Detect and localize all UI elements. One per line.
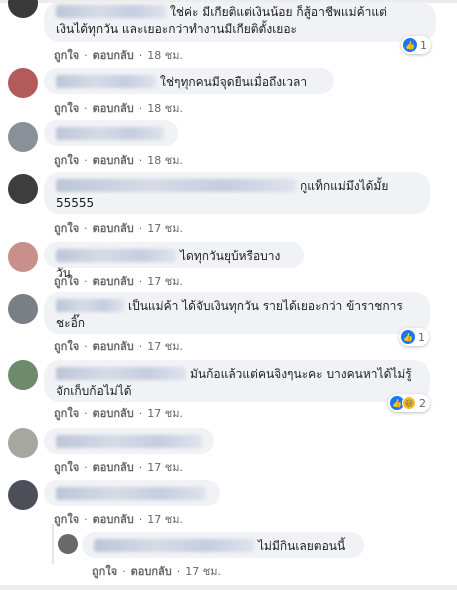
comment-bubble: กูแท็กแม่มึงได้มั้ย 55555: [44, 172, 430, 214]
comment-bubble: [44, 428, 214, 454]
like-button[interactable]: ถูกใจ: [54, 272, 79, 290]
blurred-name[interactable]: [56, 367, 186, 380]
comment-actions: ถูกใจ · ตอบกลับ · 17 ชม.: [54, 458, 183, 476]
timestamp[interactable]: 18 ชม.: [147, 99, 183, 117]
avatar[interactable]: [8, 480, 38, 510]
avatar[interactable]: [8, 174, 38, 204]
like-button[interactable]: ถูกใจ: [54, 46, 79, 64]
blurred-name[interactable]: [94, 539, 254, 552]
comment-text: ใช่ๆทุกคนมีจุดยืนเมื่อถึงเวลา: [160, 75, 308, 89]
comment-text: เป็นแม่ค้า ได้จับเงินทุกวัน รายได้เยอะกว…: [128, 299, 403, 313]
blurred-name[interactable]: [56, 487, 206, 500]
comment-text: กูแท็กแม่มึงได้มั้ย: [300, 179, 389, 193]
avatar[interactable]: [8, 122, 38, 152]
avatar[interactable]: [8, 294, 38, 324]
reply-button[interactable]: ตอบกลับ: [93, 99, 134, 117]
timestamp[interactable]: 18 ชม.: [147, 46, 183, 64]
comment-text: ไม่มีกินเลยตอนนี้: [258, 539, 346, 553]
comment-actions: ถูกใจ · ตอบกลับ · 17 ชม.: [92, 562, 221, 580]
comment-actions: ถูกใจ · ตอบกลับ · 17 ชม.: [54, 404, 183, 422]
like-button[interactable]: ถูกใจ: [54, 151, 79, 169]
reply-button[interactable]: ตอบกลับ: [131, 562, 172, 580]
comment-bubble: ใช่ค่ะ มีเกียติแต่เงินน้อย ก็สู้อาชีพแม่…: [44, 2, 436, 42]
comment-actions: ถูกใจ · ตอบกลับ · 17 ชม.: [54, 219, 183, 237]
comment-bubble: ไดทุกวันยุบ้หรือบางวัน: [44, 242, 304, 280]
reply-button[interactable]: ตอบกลับ: [93, 46, 134, 64]
like-button[interactable]: ถูกใจ: [54, 337, 79, 355]
avatar[interactable]: [8, 360, 38, 390]
blurred-name[interactable]: [56, 127, 164, 140]
comment-text: 55555: [56, 196, 95, 210]
comment-text: เงินได้ทุกวัน และเยอะกว่าทำงานมีเกียติตั…: [56, 22, 297, 36]
like-button[interactable]: ถูกใจ: [54, 404, 79, 422]
reply-button[interactable]: ตอบกลับ: [93, 219, 134, 237]
comment-text: มันก้อแล้วแต่คนจิงๆนะคะ บางคนหาได้ไม่รู้: [190, 367, 412, 381]
like-button[interactable]: ถูกใจ: [92, 562, 117, 580]
comment-actions: ถูกใจ · ตอบกลับ · 18 ชม.: [54, 46, 183, 64]
comment-bubble: [44, 480, 220, 506]
comment-bubble: เป็นแม่ค้า ได้จับเงินทุกวัน รายได้เยอะกว…: [44, 292, 430, 334]
like-button[interactable]: ถูกใจ: [54, 99, 79, 117]
timestamp[interactable]: 18 ชม.: [147, 151, 183, 169]
timestamp[interactable]: 17 ชม.: [147, 219, 183, 237]
blurred-name[interactable]: [56, 435, 202, 448]
reaction-count[interactable]: 👍 1: [401, 36, 431, 54]
reply-button[interactable]: ตอบกลับ: [93, 272, 134, 290]
reply-button[interactable]: ตอบกลับ: [93, 151, 134, 169]
comment-bubble: ไม่มีกินเลยตอนนี้: [82, 532, 364, 558]
comment-bubble: มันก้อแล้วแต่คนจิงๆนะคะ บางคนหาได้ไม่รู้…: [44, 360, 430, 402]
timestamp[interactable]: 17 ชม.: [147, 404, 183, 422]
comment-actions: ถูกใจ · ตอบกลับ · 17 ชม.: [54, 510, 183, 528]
comment-text: จักเก็บก้อไม่ได้: [56, 384, 132, 398]
avatar[interactable]: [8, 428, 38, 458]
like-icon: 👍: [401, 330, 415, 344]
comment-text: ชะอิ๊ก: [56, 316, 86, 330]
timestamp[interactable]: 17 ชม.: [147, 272, 183, 290]
avatar[interactable]: [8, 0, 38, 18]
reply-button[interactable]: ตอบกลับ: [93, 510, 134, 528]
like-button[interactable]: ถูกใจ: [54, 510, 79, 528]
reply-button[interactable]: ตอบกลับ: [93, 458, 134, 476]
blurred-name[interactable]: [56, 249, 176, 262]
comment-text: ใช่ค่ะ มีเกียติแต่เงินน้อย ก็สู้อาชีพแม่…: [170, 5, 387, 19]
blurred-name[interactable]: [56, 5, 166, 18]
reaction-count[interactable]: 👍 😆 2: [388, 394, 430, 412]
timestamp[interactable]: 17 ชม.: [147, 337, 183, 355]
blurred-name[interactable]: [56, 75, 156, 88]
blurred-name[interactable]: [56, 299, 124, 312]
like-button[interactable]: ถูกใจ: [54, 219, 79, 237]
like-button[interactable]: ถูกใจ: [54, 458, 79, 476]
timestamp[interactable]: 17 ชม.: [185, 562, 221, 580]
comment-bubble: [44, 120, 178, 146]
haha-icon: 😆: [402, 396, 416, 410]
comment-bubble: ใช่ๆทุกคนมีจุดยืนเมื่อถึงเวลา: [44, 68, 334, 94]
comment-actions: ถูกใจ · ตอบกลับ · 18 ชม.: [54, 99, 183, 117]
avatar[interactable]: [8, 68, 38, 98]
comment-actions: ถูกใจ · ตอบกลับ · 17 ชม.: [54, 337, 183, 355]
avatar[interactable]: [58, 534, 78, 554]
timestamp[interactable]: 17 ชม.: [147, 510, 183, 528]
comment-actions: ถูกใจ · ตอบกลับ · 18 ชม.: [54, 151, 183, 169]
reply-button[interactable]: ตอบกลับ: [93, 337, 134, 355]
blurred-name[interactable]: [56, 179, 296, 192]
reply-thread-line: [52, 524, 54, 564]
timestamp[interactable]: 17 ชม.: [147, 458, 183, 476]
reply-button[interactable]: ตอบกลับ: [93, 404, 134, 422]
avatar[interactable]: [8, 242, 38, 272]
reaction-count[interactable]: 👍 1: [399, 328, 429, 346]
comment-actions: ถูกใจ · ตอบกลับ · 17 ชม.: [54, 272, 183, 290]
like-icon: 👍: [403, 38, 417, 52]
bottom-divider: [0, 585, 457, 590]
